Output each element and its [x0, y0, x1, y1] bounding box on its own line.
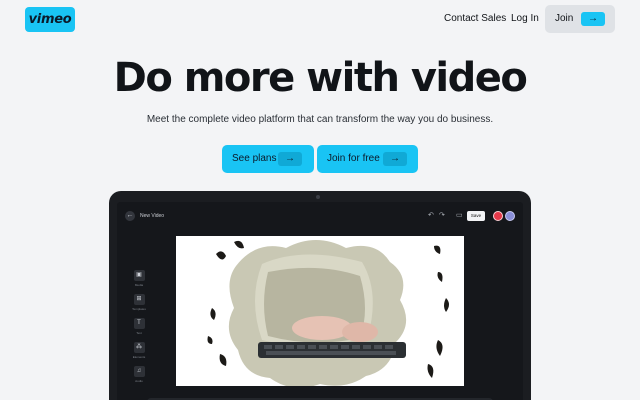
save-button[interactable]: Save — [467, 211, 485, 221]
image-icon: ▣ — [133, 270, 145, 281]
site-header: vimeo Contact Sales Log In Join → — [0, 0, 640, 38]
video-canvas[interactable] — [176, 236, 464, 386]
avatar[interactable] — [493, 211, 503, 221]
hero-title: Do more with video — [113, 55, 528, 101]
tool-label: Audio — [135, 379, 143, 383]
vimeo-logo[interactable]: vimeo — [25, 7, 75, 32]
tool-label: Text — [136, 331, 142, 335]
template-icon: ⊞ — [133, 294, 145, 305]
arrow-right-icon: → — [278, 152, 302, 166]
contact-sales-link[interactable]: Contact Sales — [444, 13, 506, 24]
hero-subtitle: Meet the complete video platform that ca… — [146, 114, 494, 125]
see-plans-label: See plans — [232, 153, 277, 164]
video-frame-illustration — [176, 236, 464, 386]
arrow-right-icon: → — [383, 152, 407, 166]
join-button[interactable]: Join → — [545, 5, 615, 33]
laptop-mockup: ← New Video ↶ ↷ ▭ Save ▣ Media ⊞ Templat… — [109, 191, 531, 400]
arrow-right-icon: → — [581, 12, 605, 26]
tool-label: Elements — [132, 355, 146, 359]
tool-elements[interactable]: ⁂ Elements — [131, 342, 147, 359]
logo-text: vimeo — [28, 12, 72, 27]
tool-templates[interactable]: ⊞ Templates — [131, 294, 147, 311]
tool-media[interactable]: ▣ Media — [131, 270, 147, 287]
project-title: New Video — [140, 213, 165, 219]
join-for-free-label: Join for free — [327, 153, 380, 164]
see-plans-button[interactable]: See plans → — [222, 145, 314, 173]
editor-screen: ← New Video ↶ ↷ ▭ Save ▣ Media ⊞ Templat… — [117, 202, 523, 400]
text-icon: T — [133, 318, 145, 329]
tool-audio[interactable]: ♫ Audio — [131, 366, 147, 383]
editor-topbar: ← New Video ↶ ↷ ▭ Save — [117, 202, 523, 224]
undo-icon[interactable]: ↶ — [428, 212, 434, 219]
avatar[interactable] — [505, 211, 515, 221]
tool-label: Media — [134, 283, 144, 287]
tool-text[interactable]: T Text — [131, 318, 147, 335]
comment-icon[interactable]: ▭ — [456, 212, 463, 219]
audio-icon: ♫ — [133, 366, 145, 377]
tool-label: Templates — [132, 307, 146, 311]
join-label: Join — [555, 13, 574, 24]
log-in-link[interactable]: Log In — [511, 13, 539, 24]
laptop-camera — [316, 195, 320, 199]
join-for-free-button[interactable]: Join for free → — [317, 145, 418, 173]
redo-icon[interactable]: ↷ — [439, 212, 445, 219]
elements-icon: ⁂ — [133, 342, 145, 353]
back-arrow-icon[interactable]: ← — [125, 211, 135, 221]
